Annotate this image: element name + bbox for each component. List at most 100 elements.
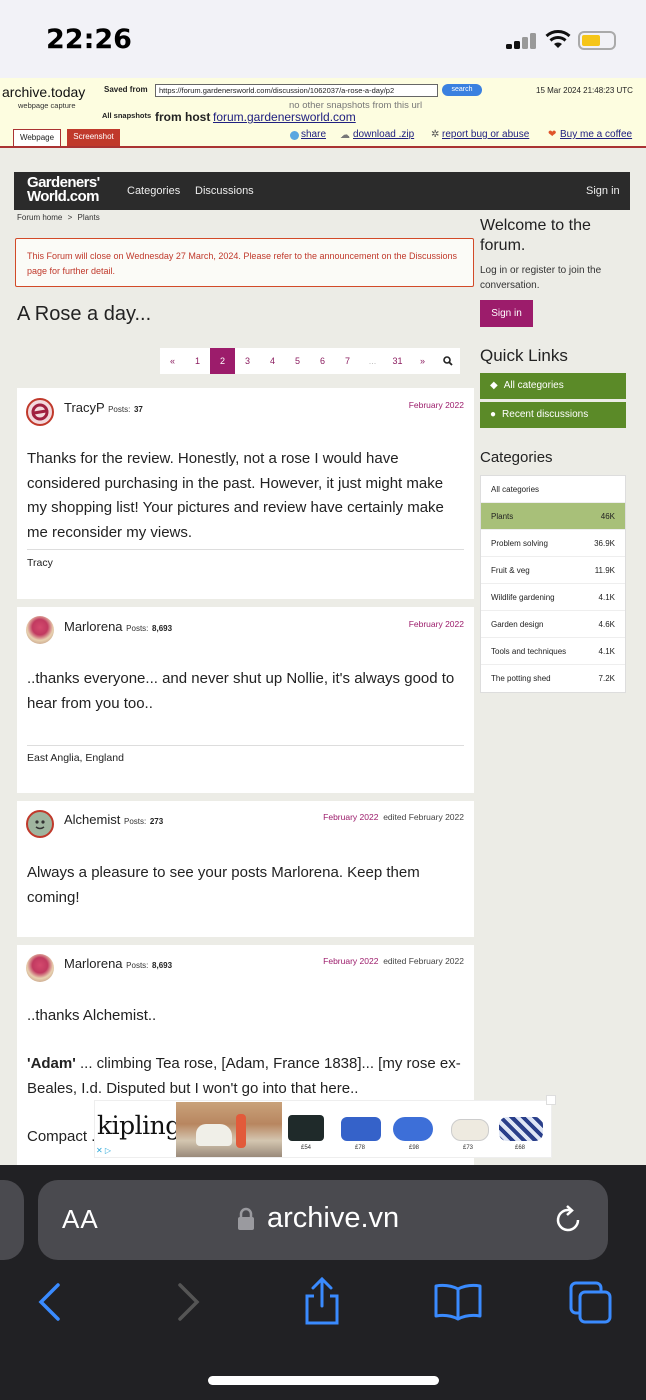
archive-search-button[interactable]: search bbox=[442, 84, 482, 96]
quick-link-recent-discussions[interactable]: ● Recent discussions bbox=[480, 402, 626, 428]
report-bug-link[interactable]: report bug or abuse bbox=[442, 129, 529, 140]
post-author[interactable]: Marlorena Posts: 8,693 bbox=[64, 619, 172, 634]
ad-close-icon[interactable] bbox=[546, 1095, 556, 1105]
post-author[interactable]: Alchemist Posts: 273 bbox=[64, 812, 163, 827]
post-author[interactable]: TracyP Posts: 37 bbox=[64, 400, 143, 415]
categories-list: All categories Plants 46K Problem solving… bbox=[480, 475, 626, 693]
post-date-link[interactable]: February 2022 bbox=[323, 812, 378, 822]
previous-tab-preview[interactable] bbox=[0, 1180, 24, 1260]
search-icon[interactable] bbox=[435, 348, 460, 374]
pager-page-3[interactable]: 3 bbox=[235, 348, 260, 374]
share-sheet-icon[interactable] bbox=[302, 1276, 342, 1326]
site-header bbox=[14, 172, 630, 210]
category-count: 46K bbox=[600, 512, 615, 521]
tab-webpage[interactable]: Webpage bbox=[13, 129, 61, 146]
avatar[interactable] bbox=[26, 616, 54, 644]
category-item[interactable]: Wildlife gardening 4.1K bbox=[481, 584, 625, 611]
categories-title: Categories bbox=[480, 449, 553, 466]
post-date[interactable]: February 2022 bbox=[409, 619, 464, 629]
bookmarks-icon[interactable] bbox=[433, 1283, 483, 1321]
from-host-label: from host bbox=[155, 110, 211, 124]
pager-page-4[interactable]: 4 bbox=[260, 348, 285, 374]
pager-page-31[interactable]: 31 bbox=[385, 348, 410, 374]
category-count: 4.6K bbox=[598, 620, 615, 629]
tab-screenshot[interactable]: Screenshot bbox=[67, 129, 120, 146]
post-author[interactable]: Marlorena Posts: 8,693 bbox=[64, 956, 172, 971]
reload-icon[interactable] bbox=[552, 1204, 584, 1236]
pager-page-7[interactable]: 7 bbox=[335, 348, 360, 374]
forward-icon[interactable] bbox=[176, 1282, 202, 1322]
pagination: « 1 2 3 4 5 6 7 ... 31 » bbox=[160, 348, 460, 374]
adchoices-icon[interactable]: ✕ ▷ bbox=[96, 1146, 111, 1155]
breadcrumb-separator: > bbox=[67, 213, 73, 222]
bag-black bbox=[288, 1115, 324, 1141]
heart-icon: ❤ bbox=[548, 129, 557, 140]
avatar[interactable] bbox=[26, 398, 54, 426]
post-body-paragraph: 'Adam' ... climbing Tea rose, [Adam, Fra… bbox=[27, 1052, 466, 1101]
category-name: Wildlife gardening bbox=[491, 593, 555, 602]
author-name: Marlorena bbox=[64, 956, 123, 971]
avatar[interactable] bbox=[26, 954, 54, 982]
post-body: Thanks for the review. Honestly, not a r… bbox=[27, 450, 444, 541]
category-item[interactable]: Fruit & veg 11.9K bbox=[481, 557, 625, 584]
ad-banner[interactable]: kipling £54 £78 £98 £73 £68 ✕ ▷ bbox=[94, 1100, 552, 1158]
nav-categories[interactable]: Categories bbox=[127, 185, 180, 197]
post-edited: edited February 2022 bbox=[383, 956, 464, 966]
rose-name: 'Adam' bbox=[27, 1055, 76, 1072]
bag-patterned bbox=[499, 1117, 543, 1141]
category-name: Problem solving bbox=[491, 539, 548, 548]
post-body-line1: ..thanks Alchemist.. bbox=[27, 1007, 157, 1024]
lock-icon bbox=[238, 1207, 254, 1230]
nav-signin[interactable]: Sign in bbox=[586, 185, 620, 197]
safari-address-bar[interactable]: AA archive.vn bbox=[38, 1180, 608, 1260]
bag-blue-tote bbox=[341, 1117, 381, 1141]
nav-discussions[interactable]: Discussions bbox=[195, 185, 254, 197]
buy-coffee-link[interactable]: Buy me a coffee bbox=[560, 129, 632, 140]
category-item[interactable]: Plants 46K bbox=[481, 503, 625, 530]
forum-closure-notice: This Forum will close on Wednesday 27 Ma… bbox=[15, 238, 474, 287]
pager-page-6[interactable]: 6 bbox=[310, 348, 335, 374]
quick-link-all-categories[interactable]: ◆ All categories bbox=[480, 373, 626, 399]
back-icon[interactable] bbox=[36, 1282, 62, 1322]
pager-prev[interactable]: « bbox=[160, 348, 185, 374]
text-size-button[interactable]: AA bbox=[62, 1204, 99, 1235]
welcome-subtext: Log in or register to join the conversat… bbox=[480, 265, 602, 291]
status-time: 22:26 bbox=[46, 24, 132, 55]
breadcrumb-home[interactable]: Forum home bbox=[17, 213, 62, 222]
breadcrumb-current[interactable]: Plants bbox=[78, 213, 100, 222]
quick-links-title: Quick Links bbox=[480, 346, 568, 365]
sidebar-signin-button[interactable]: Sign in bbox=[480, 300, 533, 327]
tabs-icon[interactable] bbox=[568, 1280, 614, 1326]
category-item[interactable]: Problem solving 36.9K bbox=[481, 530, 625, 557]
avatar[interactable] bbox=[26, 810, 54, 838]
category-item[interactable]: Garden design 4.6K bbox=[481, 611, 625, 638]
from-host-link[interactable]: forum.gardenersworld.com bbox=[213, 110, 356, 124]
ad-price: £73 bbox=[463, 1145, 474, 1151]
pager-page-1[interactable]: 1 bbox=[185, 348, 210, 374]
category-name: Garden design bbox=[491, 620, 544, 629]
archive-url-input[interactable]: https://forum.gardenersworld.com/discuss… bbox=[155, 84, 438, 97]
category-name: Tools and techniques bbox=[491, 647, 567, 656]
post: Alchemist Posts: 273 February 2022 edite… bbox=[17, 801, 474, 937]
home-indicator bbox=[208, 1376, 439, 1385]
pager-next[interactable]: » bbox=[410, 348, 435, 374]
welcome-heading: Welcome to the forum. bbox=[480, 217, 591, 254]
archive-brand[interactable]: archive.today bbox=[2, 84, 85, 100]
post-date: February 2022 edited February 2022 bbox=[323, 956, 464, 966]
category-item[interactable]: The potting shed 7.2K bbox=[481, 665, 625, 692]
posts-label: Posts: bbox=[123, 817, 147, 826]
category-item[interactable]: Tools and techniques 4.1K bbox=[481, 638, 625, 665]
author-name: Alchemist bbox=[64, 812, 121, 827]
post-date[interactable]: February 2022 bbox=[409, 400, 464, 410]
post-body: ..thanks everyone... and never shut up N… bbox=[27, 670, 455, 712]
post-date-link[interactable]: February 2022 bbox=[323, 956, 378, 966]
pager-page-5[interactable]: 5 bbox=[285, 348, 310, 374]
saved-from-label: Saved from bbox=[104, 85, 148, 94]
address-domain[interactable]: archive.vn bbox=[267, 1202, 399, 1235]
download-zip-link[interactable]: download .zip bbox=[353, 129, 414, 140]
posts-label: Posts: bbox=[126, 624, 149, 633]
site-logo[interactable]: Gardeners' World.com bbox=[27, 175, 100, 204]
category-item[interactable]: All categories bbox=[481, 476, 625, 503]
pager-page-2[interactable]: 2 bbox=[210, 348, 235, 374]
share-link[interactable]: share bbox=[301, 129, 326, 140]
